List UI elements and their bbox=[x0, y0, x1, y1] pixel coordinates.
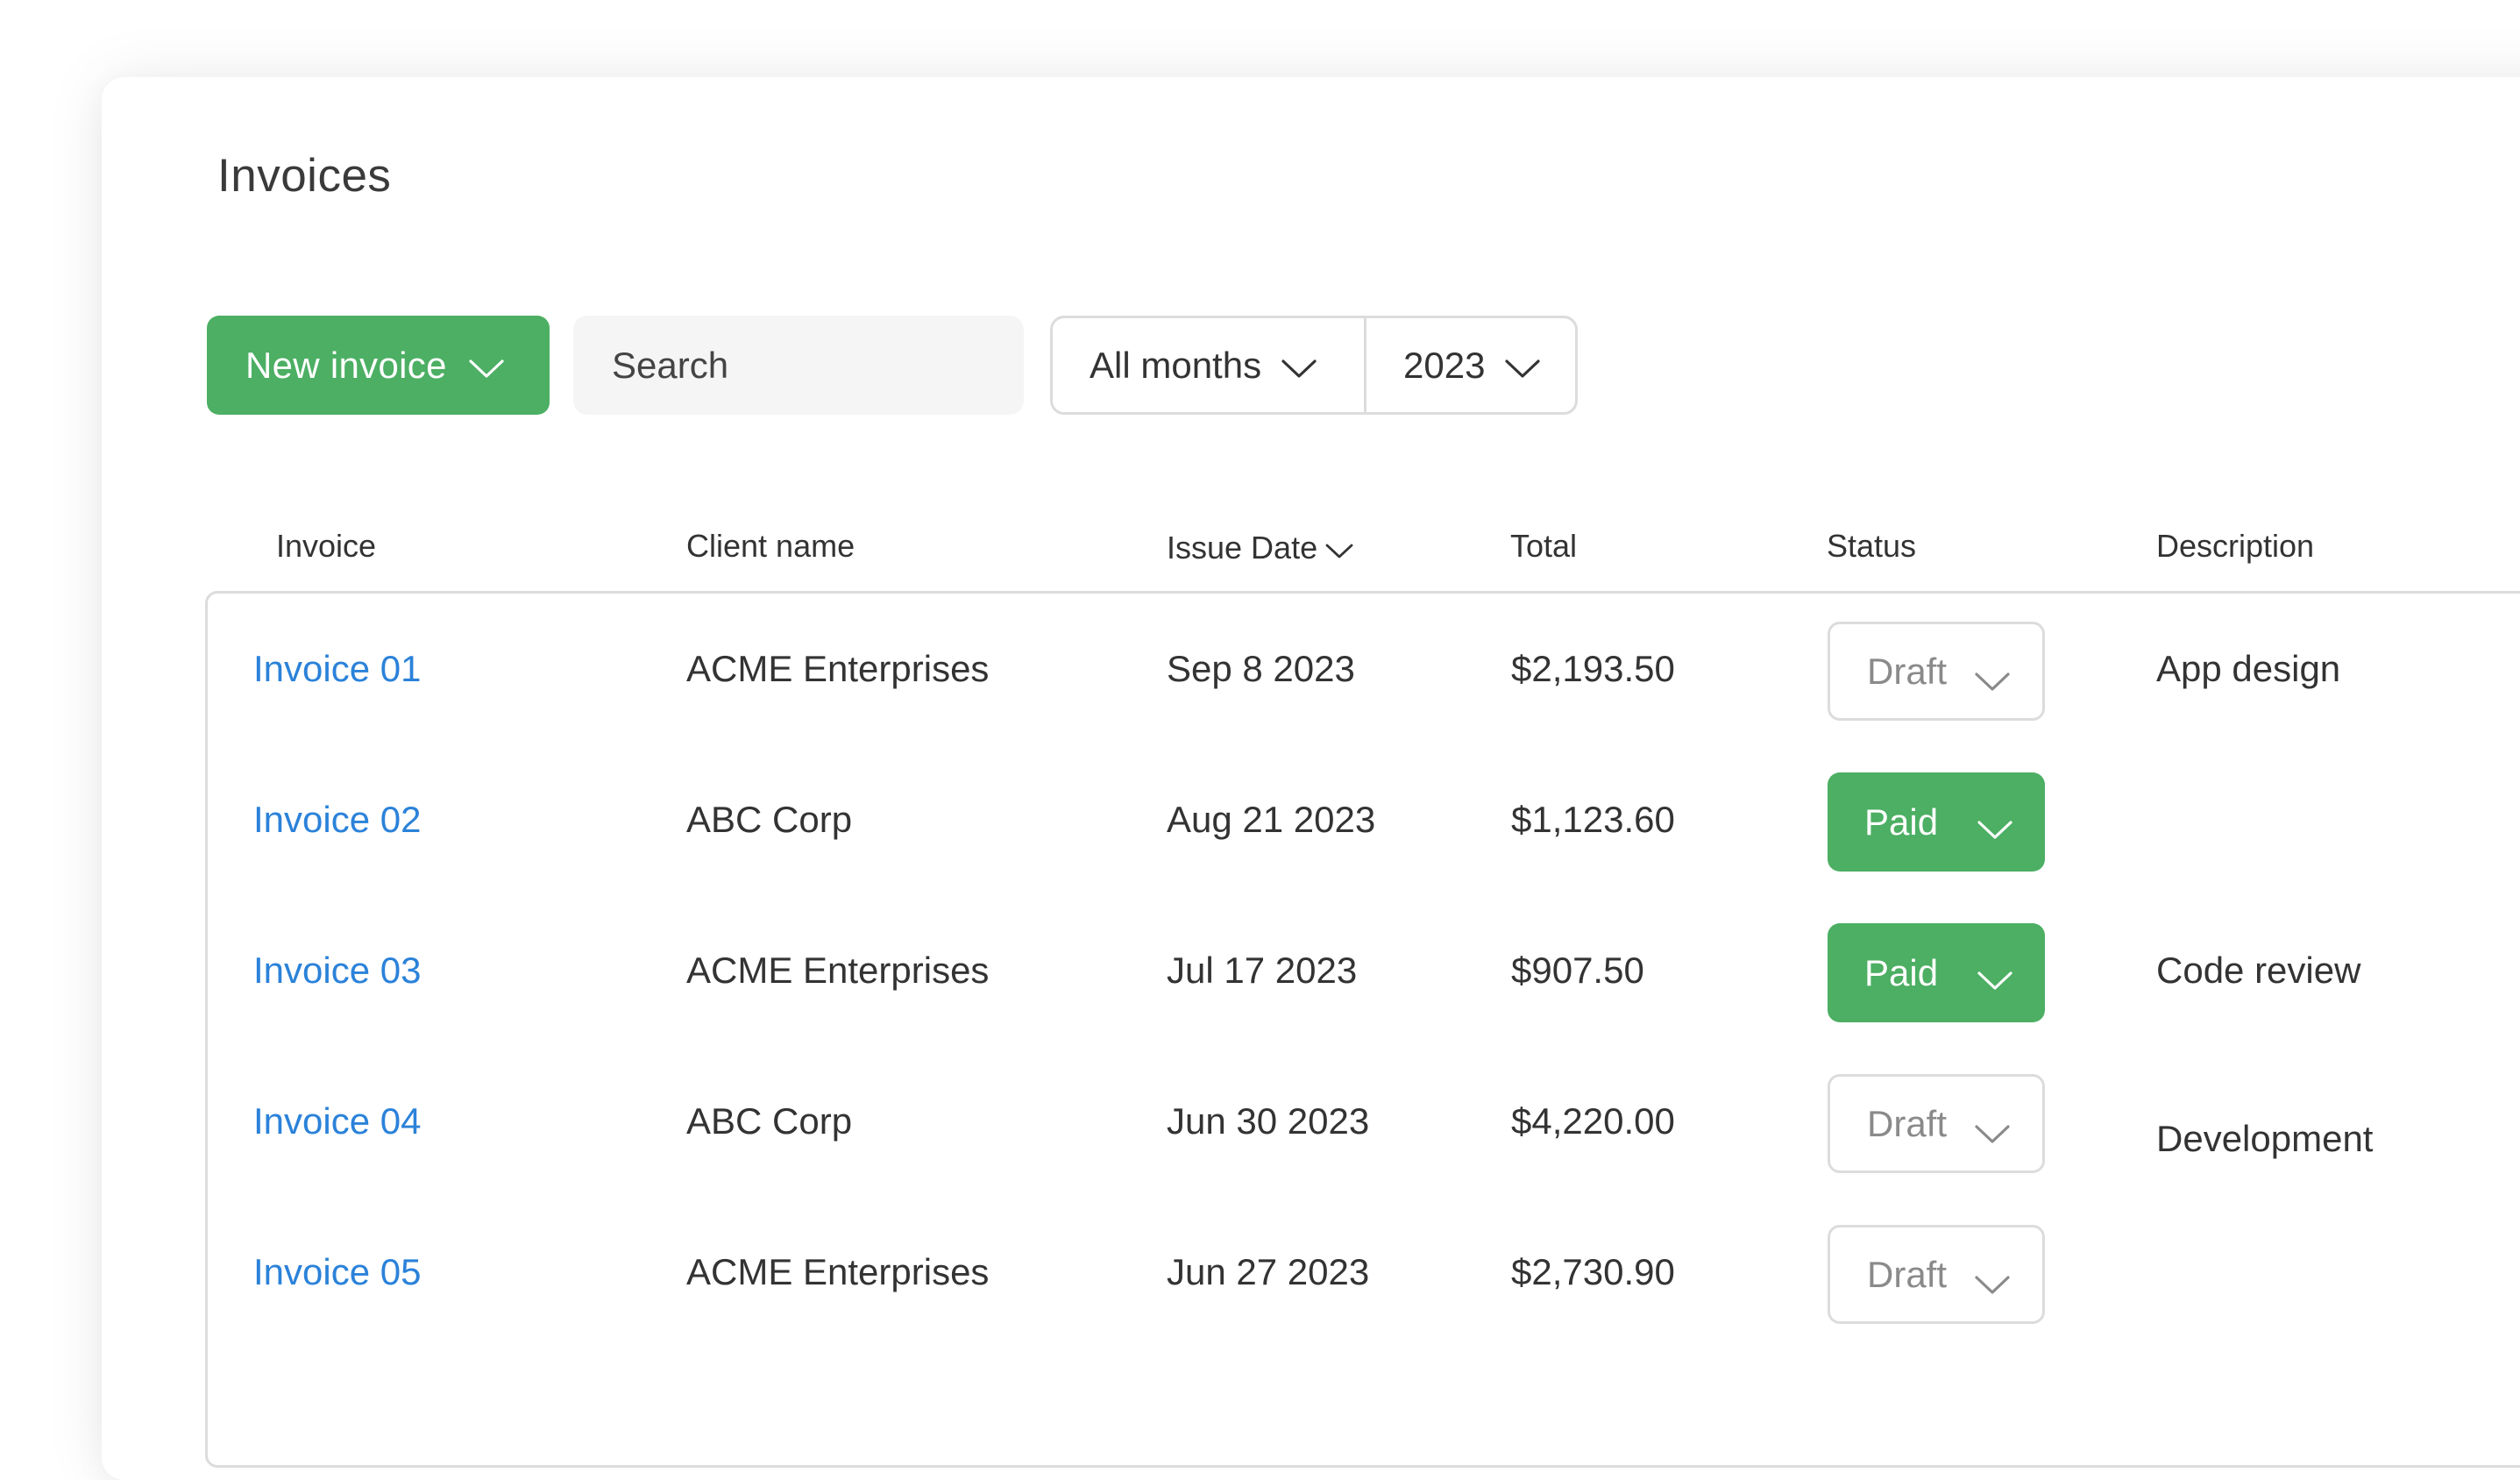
year-filter-label: 2023 bbox=[1403, 344, 1486, 386]
invoice-link[interactable]: Invoice 01 bbox=[253, 594, 421, 744]
invoice-total: $907.50 bbox=[1511, 950, 1644, 991]
client-name: ACME Enterprises bbox=[686, 1251, 990, 1292]
invoice-table: Invoice 01 ACME Enterprises Sep 8 2023 $… bbox=[205, 591, 2520, 1468]
client-name: ACME Enterprises bbox=[686, 648, 990, 689]
issue-date: Jun 27 2023 bbox=[1167, 1251, 1370, 1292]
invoice-total: $1,123.60 bbox=[1511, 799, 1675, 840]
description: App design bbox=[2156, 648, 2341, 689]
status-dropdown[interactable]: Draft bbox=[1828, 1225, 2045, 1324]
chevron-down-icon bbox=[468, 346, 505, 388]
invoice-link[interactable]: Invoice 02 bbox=[253, 744, 421, 895]
column-header-description[interactable]: Description bbox=[2156, 528, 2314, 565]
status-label: Draft bbox=[1867, 650, 1948, 692]
invoice-total: $4,220.00 bbox=[1511, 1100, 1675, 1142]
invoice-total: $2,193.50 bbox=[1511, 648, 1675, 689]
column-header-label: Issue Date bbox=[1167, 530, 1318, 566]
description: Code review bbox=[2156, 950, 2361, 991]
client-name: ACME Enterprises bbox=[686, 950, 990, 991]
column-header-issue-date[interactable]: Issue Date bbox=[1167, 528, 1354, 568]
table-row[interactable]: Invoice 01 ACME Enterprises Sep 8 2023 $… bbox=[208, 594, 2520, 744]
status-dropdown[interactable]: Draft bbox=[1828, 1074, 2045, 1173]
issue-date: Jul 17 2023 bbox=[1167, 950, 1358, 991]
table-row[interactable]: Invoice 04 ABC Corp Jun 30 2023 $4,220.0… bbox=[208, 1046, 2520, 1197]
chevron-down-icon bbox=[1977, 808, 2013, 850]
column-header-label: Status bbox=[1827, 528, 1917, 564]
column-header-invoice[interactable]: Invoice bbox=[276, 528, 376, 565]
new-invoice-label: New invoice bbox=[245, 344, 447, 386]
status-dropdown[interactable]: Paid bbox=[1828, 923, 2045, 1022]
invoice-total: $2,730.90 bbox=[1511, 1251, 1675, 1292]
chevron-down-icon bbox=[1977, 958, 2013, 1000]
status-label: Draft bbox=[1867, 1253, 1948, 1295]
column-header-label: Description bbox=[2156, 528, 2315, 564]
invoice-link[interactable]: Invoice 05 bbox=[253, 1197, 421, 1348]
column-header-label: Invoice bbox=[276, 528, 377, 564]
invoice-link[interactable]: Invoice 03 bbox=[253, 895, 421, 1046]
description: Development bbox=[2156, 1118, 2374, 1159]
issue-date: Aug 21 2023 bbox=[1167, 799, 1376, 840]
chevron-down-icon bbox=[1974, 1112, 2011, 1154]
invoice-link[interactable]: Invoice 04 bbox=[253, 1046, 421, 1197]
column-header-label: Client name bbox=[686, 528, 855, 564]
column-header-total[interactable]: Total bbox=[1510, 528, 1577, 565]
column-header-label: Total bbox=[1510, 528, 1578, 564]
new-invoice-button[interactable]: New invoice bbox=[207, 316, 550, 415]
month-filter-label: All months bbox=[1090, 344, 1262, 386]
status-label: Paid bbox=[1864, 951, 1939, 993]
sort-chevron-icon[interactable] bbox=[1324, 531, 1354, 568]
client-name: ABC Corp bbox=[686, 1100, 853, 1142]
table-row[interactable]: Invoice 02 ABC Corp Aug 21 2023 $1,123.6… bbox=[208, 744, 2520, 895]
status-dropdown[interactable]: Paid bbox=[1828, 772, 2045, 872]
table-row[interactable]: Invoice 03 ACME Enterprises Jul 17 2023 … bbox=[208, 895, 2520, 1046]
status-dropdown[interactable]: Draft bbox=[1828, 622, 2045, 721]
table-row[interactable]: Invoice 05 ACME Enterprises Jun 27 2023 … bbox=[208, 1197, 2520, 1348]
issue-date: Sep 8 2023 bbox=[1167, 648, 1355, 689]
chevron-down-icon bbox=[1281, 346, 1317, 388]
issue-date: Jun 30 2023 bbox=[1167, 1100, 1370, 1142]
chevron-down-icon bbox=[1974, 659, 2011, 701]
column-header-client[interactable]: Client name bbox=[686, 528, 855, 565]
year-filter-dropdown[interactable]: 2023 bbox=[1366, 318, 1575, 412]
status-label: Draft bbox=[1867, 1102, 1948, 1144]
search-input[interactable] bbox=[573, 316, 1024, 415]
column-header-status[interactable]: Status bbox=[1827, 528, 1916, 565]
page-title: Invoices bbox=[217, 150, 392, 202]
month-filter-dropdown[interactable]: All months bbox=[1053, 318, 1366, 412]
client-name: ABC Corp bbox=[686, 799, 853, 840]
date-filter-group: All months 2023 bbox=[1050, 316, 1578, 415]
chevron-down-icon bbox=[1974, 1263, 2011, 1305]
chevron-down-icon bbox=[1504, 346, 1541, 388]
status-label: Paid bbox=[1864, 800, 1939, 843]
